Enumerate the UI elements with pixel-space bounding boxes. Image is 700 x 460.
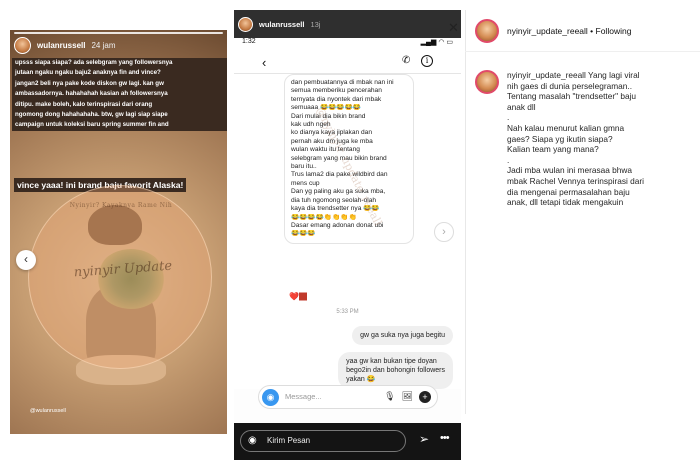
dm-nav-bar: ‹ ✆ i xyxy=(234,50,461,74)
post-header-text: nyinyir_update_reeall • Following xyxy=(507,26,631,36)
caption-line: nih gaes di dunia perselegraman.. xyxy=(507,80,632,91)
next-story-button[interactable]: › xyxy=(434,222,454,242)
story-header: wulanrussell 24 jam xyxy=(10,34,227,56)
message-line: yakan 😂 xyxy=(346,376,376,383)
message-line: yaa gw kan bukan tipe doyan xyxy=(346,358,437,365)
message-composer[interactable]: ◉ Message... 🎙 🖼 + xyxy=(258,385,438,409)
back-icon[interactable]: ‹ xyxy=(262,55,266,70)
story-header: wulanrussell 13j xyxy=(234,10,461,38)
message-line: pernah aku dm juga ke mba xyxy=(291,137,373,145)
more-icon[interactable]: ••• xyxy=(440,432,450,444)
photo-handle: @wulanrussell xyxy=(30,408,66,414)
story-username[interactable]: wulanrussell xyxy=(259,20,304,29)
message-line: dia tuh ngomong seolah-olah xyxy=(291,196,377,204)
message-input[interactable]: Message... xyxy=(285,392,322,401)
close-icon[interactable]: ✕ xyxy=(448,20,459,36)
caption-username[interactable]: nyinyir_update_reeall xyxy=(507,70,586,80)
header-username[interactable]: nyinyir_update_reeall xyxy=(507,26,588,36)
header-separator: • xyxy=(587,25,596,36)
reply-placeholder: Kirim Pesan xyxy=(267,436,311,445)
outgoing-message: gw ga suka nya juga begitu xyxy=(352,326,453,345)
post-header: nyinyir_update_reeall • Following xyxy=(465,10,700,52)
message-line: Dasar emang adonan donat ubi xyxy=(291,221,384,229)
avatar[interactable] xyxy=(475,18,499,43)
phone-icon[interactable]: ✆ xyxy=(402,55,410,66)
message-line: gw ga suka nya juga begitu xyxy=(360,332,445,339)
post-caption-panel: ✕ nyinyir_update_reeall • Following nyin… xyxy=(448,10,700,460)
info-icon[interactable]: i xyxy=(421,55,433,67)
caption-line: anak, dll tetapi tidak mengakuin xyxy=(507,197,624,208)
plus-icon[interactable]: + xyxy=(419,391,431,403)
divider xyxy=(465,10,466,414)
phone-status-bar: 1:32 ▂▄▆ ◠ ▭ xyxy=(234,38,461,50)
reply-input[interactable]: ◉ Kirim Pesan xyxy=(240,430,406,452)
message-line: ko dianya kaya jiplakan dan xyxy=(291,129,373,137)
caption-text: nyinyir_update_reeall Yang lagi viral ni… xyxy=(507,70,693,208)
avatar[interactable] xyxy=(475,70,499,94)
caption-block: nyinyir_update_reeall Yang lagi viral ni… xyxy=(475,70,699,208)
message-line: bego2in dan bohongin followers xyxy=(346,367,445,374)
heart-reaction[interactable]: ❤️🏿 xyxy=(289,292,307,302)
caption-line: . xyxy=(507,154,510,165)
message-line: 😂😂😂😂👏👏👏👏 xyxy=(291,213,357,221)
caption-line: nyinyir_update_reeall Yang lagi viral xyxy=(507,70,693,81)
message-line: semuaaa 😂😂😂😂😂 xyxy=(291,104,362,112)
caption-line: Tentang masalah "trendsetter" baju xyxy=(507,91,637,102)
caption-line: . xyxy=(507,112,510,123)
story-caption-line: jutaan ngaku ngaku baju2 anaknya fin and… xyxy=(12,68,227,79)
story-reply-bar: ◉ Kirim Pesan ➢ ••• xyxy=(234,423,461,460)
caption-line: anak dll xyxy=(507,101,536,112)
clock: 1:32 xyxy=(242,38,256,45)
story-caption-line: ngomong dong hahahahaha. btw, gw lagi si… xyxy=(12,110,227,121)
status-icons: ▂▄▆ ◠ ▭ xyxy=(420,39,453,46)
message-timestamp: 5:33 PM xyxy=(336,309,359,315)
follow-status[interactable]: Following xyxy=(596,26,632,36)
composer-actions: 🎙 🖼 + xyxy=(384,391,431,403)
camera-icon[interactable]: ◉ xyxy=(262,389,279,406)
caption-line: Kalian team yang mana? xyxy=(507,144,599,155)
message-line: Dari mulai dia bikin brand xyxy=(291,112,366,120)
story-caption-line: campaign untuk koleksi baru spring summe… xyxy=(12,120,227,131)
dm-story-panel: wulanrussell 13j 1:32 ▂▄▆ ◠ ▭ ‹ ✆ i dan … xyxy=(234,10,461,460)
avatar[interactable] xyxy=(14,36,31,54)
previous-story-button[interactable]: ‹ xyxy=(16,250,36,270)
caption-line: dia mengenai permasalahan baju xyxy=(507,186,630,197)
story-caption: upsss siapa siapa? ada selebgram yang fo… xyxy=(12,58,227,131)
story-caption-line: jangan2 beli nya pake kode diskon gw lag… xyxy=(12,78,227,90)
microphone-icon[interactable]: 🎙 xyxy=(384,391,395,403)
outgoing-message: yaa gw kan bukan tipe doyan bego2in dan … xyxy=(338,352,453,389)
story-time: 24 jam xyxy=(91,40,116,50)
message-line: kak udh ngeh xyxy=(291,121,331,129)
camera-icon[interactable]: ◉ xyxy=(248,435,257,446)
gallery-icon[interactable]: 🖼 xyxy=(402,391,413,403)
screenshot-collage: wulanrussell 24 jam upsss siapa siapa? a… xyxy=(0,0,700,460)
caption-line: Jadi mba wulan ini merasaa bhwa xyxy=(507,165,632,176)
story-caption-line: ambassadornya. hahahahah kasian ah follo… xyxy=(12,89,227,100)
story-caption-line: ditipu. make boleh, kalo terinspirasi da… xyxy=(12,99,227,111)
message-line: Dan yg paling aku ga suka mba, xyxy=(291,188,386,196)
story-panel: wulanrussell 24 jam upsss siapa siapa? a… xyxy=(10,30,227,434)
caption-line: gaes? Siapa yg ikutin siapa? xyxy=(507,133,613,144)
caption-line: Nah kalau menurut kalian gmna xyxy=(507,122,625,133)
watermark-ring-text: Nyinyir? Kayaknya Rame Nih xyxy=(69,202,173,209)
message-thread: dan pembuatannya di mbak nan ini semua m… xyxy=(234,74,461,389)
caption-line-text: Yang lagi viral xyxy=(588,70,640,80)
avatar[interactable] xyxy=(238,16,253,32)
story-time: 13j xyxy=(310,19,321,29)
send-icon[interactable]: ➢ xyxy=(419,432,429,446)
story-username[interactable]: wulanrussell xyxy=(37,41,85,50)
caption-line: mbak Rachel Vennya terinspirasi dari xyxy=(507,175,644,186)
story-caption-line: upsss siapa siapa? ada selebgram yang fo… xyxy=(12,58,227,69)
message-line: kaya dia trendsetter nya 😂😂 xyxy=(291,205,380,213)
